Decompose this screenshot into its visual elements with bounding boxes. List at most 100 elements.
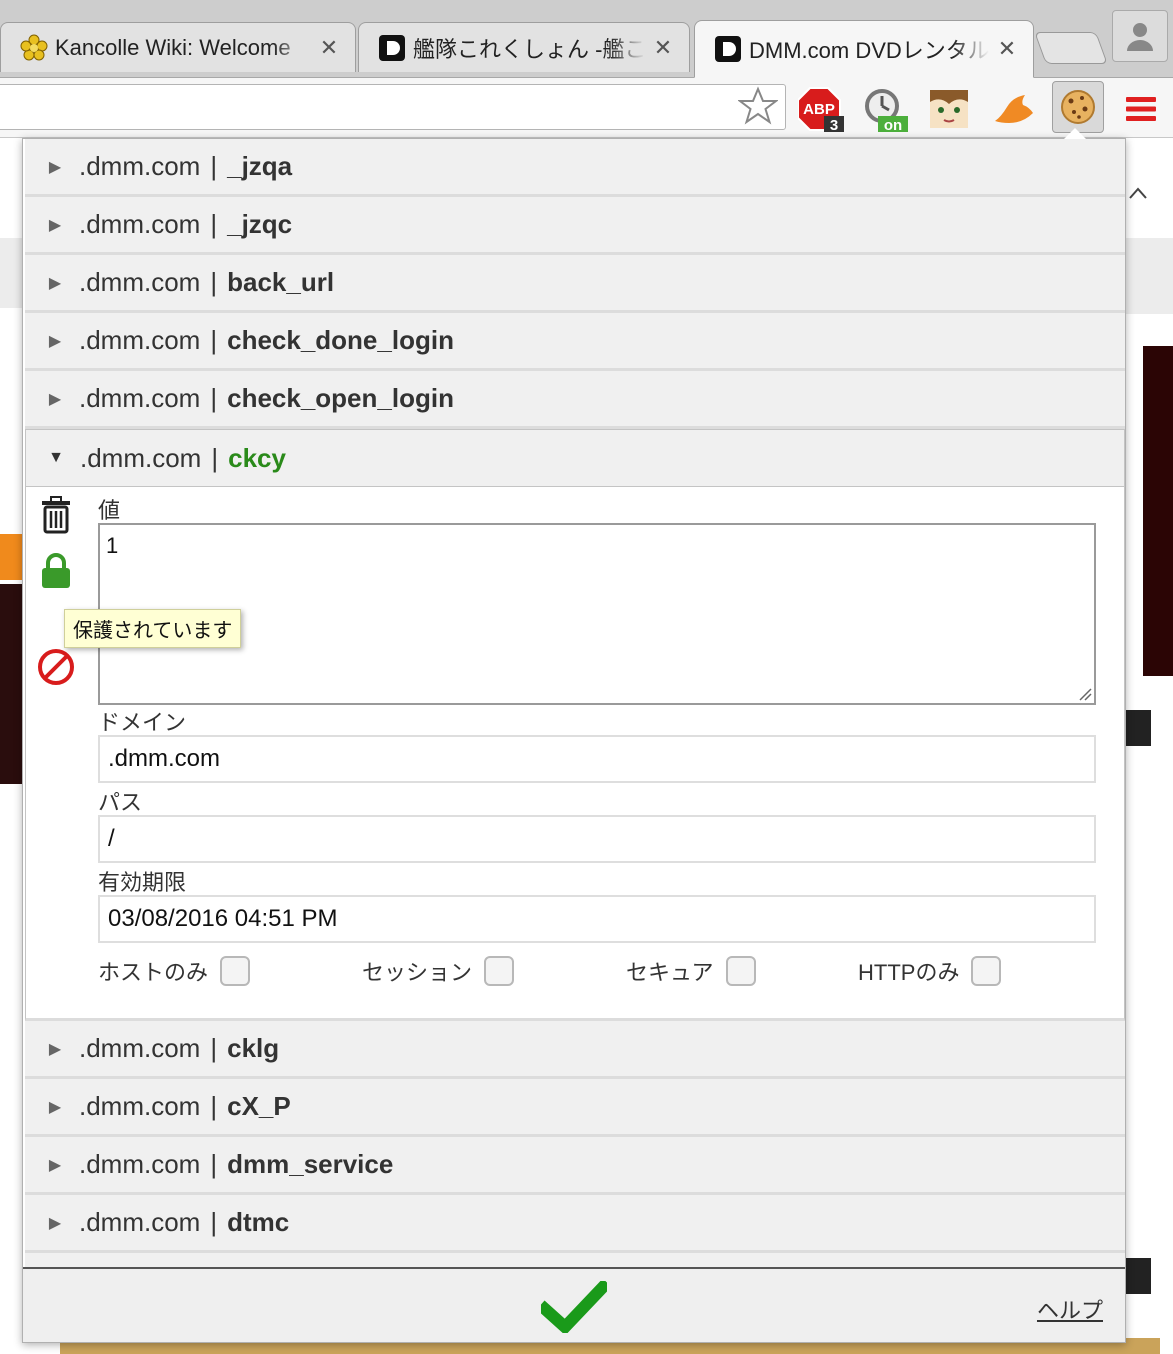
cookie-row[interactable]: ▶ .dmm.com | dmm_service (25, 1137, 1125, 1195)
bookmark-star-icon[interactable] (737, 86, 779, 126)
domain-value: .dmm.com (108, 745, 221, 772)
lock-icon[interactable] (36, 551, 76, 591)
trash-icon[interactable] (36, 495, 76, 535)
cookie-name: check_done_login (227, 325, 454, 355)
cookie-name: _jzqa (227, 151, 293, 181)
browser-toolbar: ABP 3 on (0, 78, 1173, 138)
expand-triangle-icon: ▶ (48, 1098, 62, 1116)
orange-bird-icon[interactable] (990, 86, 1036, 132)
cookie-domain: .dmm.com (79, 1033, 201, 1063)
cookie-list: ▶ .dmm.com | _jzqa ▶ .dmm.com | _jzqc ▶ … (23, 139, 1125, 1267)
cookie-domain: .dmm.com (79, 383, 201, 413)
separator: | (210, 1091, 218, 1121)
tab-close-icon[interactable]: ✕ (317, 35, 341, 61)
flower-favicon-icon (19, 33, 49, 63)
new-tab-button[interactable] (1034, 32, 1108, 64)
expand-triangle-icon: ▶ (48, 1040, 62, 1058)
background-image (0, 584, 24, 784)
address-bar[interactable] (0, 84, 786, 130)
cookie-domain: .dmm.com (79, 1207, 201, 1237)
cookie-name: _jzqc (227, 209, 293, 239)
separator: | (210, 151, 218, 181)
tab-strip: Kancolle Wiki: Welcome ✕ 艦隊これくしょん -艦これ ✕… (0, 0, 1173, 78)
expand-triangle-icon: ▶ (48, 1156, 62, 1174)
expand-triangle-icon: ▶ (48, 1214, 62, 1232)
cookie-row[interactable]: ▶ .dmm.com | cklg (25, 1021, 1125, 1079)
http-only-option: HTTPのみ (858, 951, 1002, 991)
cookie-domain: .dmm.com (79, 151, 201, 181)
cookie-row[interactable]: ▶ .dmm.com | _jzqa (25, 139, 1125, 197)
resize-handle-icon[interactable] (1078, 687, 1092, 701)
popup-footer: ヘルプ (23, 1267, 1125, 1342)
protected-tooltip: 保護されています (64, 609, 242, 648)
cookie-row[interactable]: ▶ .dmm.com | cX_P (25, 1079, 1125, 1137)
expand-triangle-icon: ▶ (48, 158, 62, 176)
hamburger-menu-icon[interactable] (1118, 86, 1164, 132)
expiry-field[interactable]: 03/08/2016 04:51 PM (98, 895, 1096, 943)
expiry-value: 03/08/2016 04:51 PM (108, 905, 338, 932)
cookie-name: cklg (227, 1033, 280, 1063)
secure-option: セキュア (626, 951, 756, 991)
separator: | (210, 1207, 218, 1237)
cookie-row-expanded[interactable]: ▼ .dmm.com | ckcy (25, 429, 1125, 487)
value-label: 値 (98, 498, 121, 523)
path-label: パス (98, 790, 143, 815)
tab-dmm-dvd[interactable]: DMM.com DVDレンタル ✕ (694, 20, 1034, 78)
path-field[interactable]: / (98, 815, 1096, 863)
help-link[interactable]: ヘルプ (1037, 1293, 1103, 1325)
cookie-row[interactable]: ▶ .dmm.com | dtmc (25, 1195, 1125, 1253)
cookie-row[interactable]: ▶ .dmm.com | check_open_login (25, 371, 1125, 429)
cookie-name: cX_P (227, 1091, 291, 1121)
expand-triangle-icon: ▶ (48, 390, 62, 408)
tab-title: 艦隊これくしょん -艦これ (413, 36, 645, 62)
anime-face-icon[interactable] (926, 86, 972, 132)
cookie-row[interactable]: ▶ .dmm.com | back_url (25, 255, 1125, 313)
cookie-name: dmm_service (227, 1149, 394, 1179)
tab-kancolle-wiki[interactable]: Kancolle Wiki: Welcome ✕ (0, 22, 356, 72)
domain-label: ドメイン (98, 710, 187, 735)
separator: | (210, 325, 218, 355)
timer-icon[interactable]: on (862, 86, 908, 132)
http-only-checkbox[interactable] (971, 956, 1002, 986)
cookie-row-partial[interactable] (25, 1253, 1125, 1267)
cookie-domain: .dmm.com (80, 442, 202, 473)
cookie-name: ckcy (228, 442, 286, 473)
cookie-domain: .dmm.com (79, 1149, 201, 1179)
cookie-domain: .dmm.com (79, 1091, 201, 1121)
cookie-domain: .dmm.com (79, 325, 201, 355)
http-only-label: HTTPのみ (858, 960, 960, 985)
host-only-checkbox[interactable] (220, 956, 251, 986)
domain-field[interactable]: .dmm.com (98, 735, 1096, 783)
checkmark-icon[interactable] (539, 1279, 609, 1335)
path-value: / (108, 825, 115, 852)
host-only-option: ホストのみ (98, 951, 251, 991)
person-icon (1127, 23, 1153, 51)
adblock-plus-icon[interactable]: ABP 3 (798, 86, 844, 132)
profile-button[interactable] (1112, 10, 1168, 62)
session-label: セッション (362, 960, 473, 985)
tab-close-icon[interactable]: ✕ (995, 36, 1019, 62)
tab-close-icon[interactable]: ✕ (651, 35, 675, 61)
cookie-extension-button[interactable] (1052, 81, 1104, 133)
cookie-detail-panel: 保護されています 値 1 ドメイン .dmm.com パス / 有効期限 03/… (25, 487, 1125, 1021)
value-textarea[interactable]: 1 (98, 523, 1096, 705)
cookie-row[interactable]: ▶ .dmm.com | check_done_login (25, 313, 1125, 371)
cookie-row[interactable]: ▶ .dmm.com | _jzqc (25, 197, 1125, 255)
dmm-favicon-icon (377, 33, 407, 63)
chevron-up-icon[interactable] (1128, 180, 1148, 206)
abp-label: ABP (803, 101, 835, 118)
value-text: 1 (106, 533, 119, 558)
secure-label: セキュア (626, 960, 714, 985)
separator: | (210, 209, 218, 239)
block-icon[interactable] (36, 647, 76, 687)
tab-title: DMM.com DVDレンタル (749, 38, 989, 63)
background-banner (0, 534, 24, 580)
abp-badge: 3 (830, 117, 838, 132)
popup-pointer (1064, 128, 1086, 139)
tab-kancolle-game[interactable]: 艦隊これくしょん -艦これ ✕ (358, 22, 690, 72)
cookie-domain: .dmm.com (79, 209, 201, 239)
secure-checkbox[interactable] (725, 956, 756, 986)
expiry-label: 有効期限 (98, 870, 187, 895)
expand-triangle-icon: ▶ (48, 274, 62, 292)
session-checkbox[interactable] (484, 956, 515, 986)
